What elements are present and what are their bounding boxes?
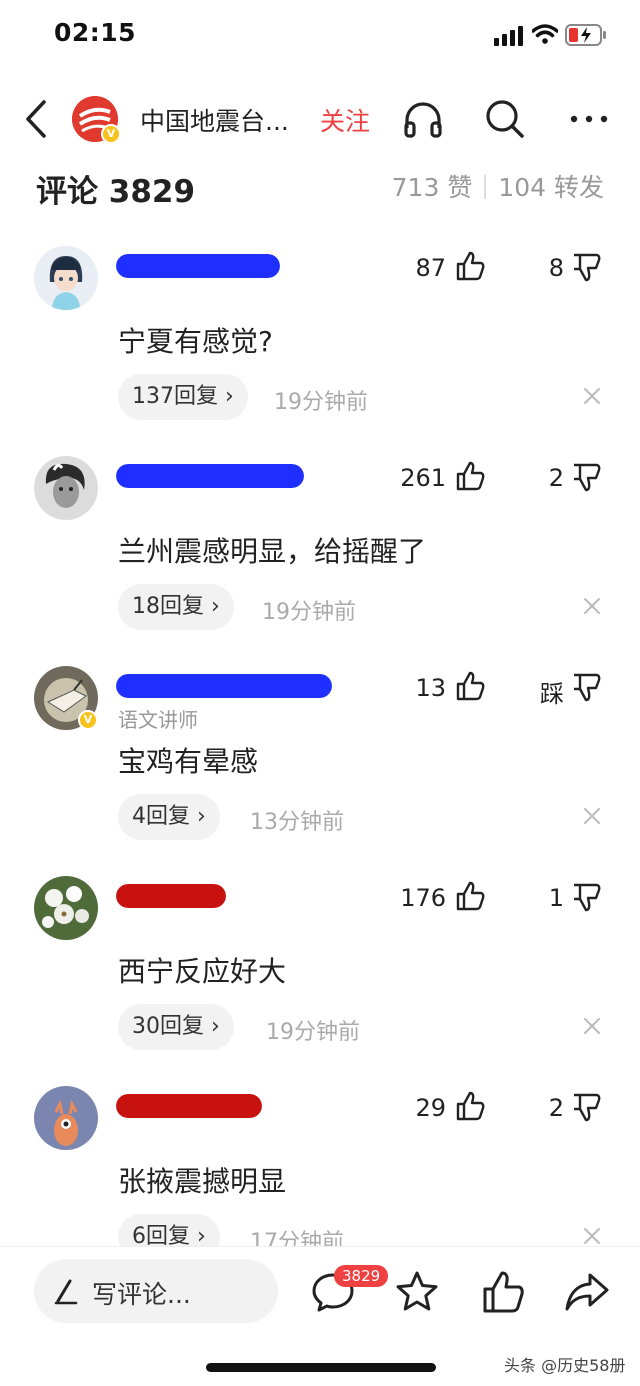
comment-time: 13分钟前 bbox=[250, 810, 344, 835]
close-icon[interactable] bbox=[582, 386, 602, 406]
close-icon[interactable] bbox=[582, 1016, 602, 1036]
thumbs-down-icon[interactable] bbox=[570, 882, 602, 914]
comment-text: 宁夏有感觉? bbox=[118, 325, 273, 358]
share-icon[interactable] bbox=[564, 1269, 610, 1315]
comment-count-badge: 3829 bbox=[334, 1265, 389, 1287]
verified-badge: V bbox=[78, 710, 98, 730]
like-count: 261 bbox=[400, 464, 446, 492]
replies-button[interactable]: 30回复 › bbox=[118, 1004, 234, 1050]
thumbs-up-icon[interactable] bbox=[480, 1269, 526, 1315]
home-indicator bbox=[206, 1363, 436, 1372]
search-icon[interactable] bbox=[484, 98, 526, 140]
thumbs-down-icon[interactable] bbox=[570, 252, 602, 284]
signal-icon bbox=[494, 26, 523, 46]
thumbs-up-icon[interactable] bbox=[454, 460, 486, 492]
status-bar: 02:15 bbox=[0, 0, 640, 70]
like-count: 13 bbox=[415, 674, 446, 702]
avatar[interactable] bbox=[34, 246, 98, 310]
comment-text: 西宁反应好大 bbox=[118, 955, 287, 988]
like-count: 176 bbox=[400, 884, 446, 912]
dislike-count: 1 bbox=[548, 884, 564, 912]
back-icon[interactable] bbox=[22, 98, 52, 140]
replies-button[interactable]: 18回复 › bbox=[118, 584, 234, 630]
comment-text: 兰州震感明显，给摇醒了 bbox=[118, 535, 427, 568]
replies-button[interactable]: 137回复 › bbox=[118, 374, 248, 420]
comments-title: 评论 3829 bbox=[36, 174, 196, 210]
thumbs-down-icon[interactable] bbox=[570, 1092, 602, 1124]
thumbs-down-icon[interactable] bbox=[570, 672, 602, 704]
comment-item: V 语文讲师 13 踩 宝鸡有晕感 4回复 › 13分钟前 bbox=[0, 666, 640, 866]
more-icon[interactable] bbox=[568, 98, 610, 140]
bottom-bar: 写评论... 3829 头条 @历史58册 bbox=[0, 1246, 640, 1386]
comment-text: 宝鸡有晕感 bbox=[118, 745, 259, 778]
wifi-icon bbox=[532, 24, 558, 44]
avatar[interactable] bbox=[34, 876, 98, 940]
watermark: 头条 @历史58册 bbox=[504, 1356, 626, 1375]
comment-time: 19分钟前 bbox=[262, 600, 356, 625]
headphones-icon[interactable] bbox=[402, 98, 444, 140]
redacted-username bbox=[116, 884, 226, 908]
comment-item: 87 8 宁夏有感觉? 137回复 › 19分钟前 bbox=[0, 246, 640, 446]
thumbs-up-icon[interactable] bbox=[454, 1090, 486, 1122]
star-icon[interactable] bbox=[394, 1269, 440, 1315]
thumbs-up-icon[interactable] bbox=[454, 670, 486, 702]
like-count: 29 bbox=[415, 1094, 446, 1122]
top-nav: V 中国地震台... 关注 bbox=[0, 86, 640, 152]
battery-icon bbox=[565, 24, 606, 46]
dislike-count: 2 bbox=[548, 1094, 564, 1122]
thumbs-up-icon[interactable] bbox=[454, 880, 486, 912]
close-icon[interactable] bbox=[582, 806, 602, 826]
comments-header: 评论 3829 713 赞 104 转发 bbox=[0, 160, 640, 210]
shares-count: 104 转发 bbox=[498, 173, 604, 202]
article-stats: 713 赞 104 转发 bbox=[392, 168, 604, 204]
write-comment-input[interactable]: 写评论... bbox=[34, 1259, 278, 1323]
divider bbox=[484, 175, 487, 199]
status-time: 02:15 bbox=[54, 18, 137, 47]
redacted-username bbox=[116, 1094, 262, 1118]
dislike-label: 踩 bbox=[540, 680, 564, 708]
dislike-count: 2 bbox=[548, 464, 564, 492]
close-icon[interactable] bbox=[582, 1226, 602, 1246]
verified-badge: V bbox=[101, 124, 121, 144]
redacted-username bbox=[116, 464, 304, 488]
comment-item: 176 1 西宁反应好大 30回复 › 19分钟前 bbox=[0, 876, 640, 1076]
likes-count: 713 赞 bbox=[391, 173, 473, 202]
follow-button[interactable]: 关注 bbox=[320, 102, 370, 138]
user-role: 语文讲师 bbox=[118, 708, 198, 732]
comment-text: 张掖震撼明显 bbox=[118, 1165, 287, 1198]
account-name[interactable]: 中国地震台... bbox=[140, 102, 289, 138]
thumbs-down-icon[interactable] bbox=[570, 462, 602, 494]
comment-item: 261 2 兰州震感明显，给摇醒了 18回复 › 19分钟前 bbox=[0, 456, 640, 656]
replies-button[interactable]: 4回复 › bbox=[118, 794, 220, 840]
redacted-username bbox=[116, 674, 332, 698]
comment-time: 19分钟前 bbox=[266, 1020, 360, 1045]
avatar[interactable] bbox=[34, 456, 98, 520]
avatar[interactable] bbox=[34, 1086, 98, 1150]
write-comment-placeholder: 写评论... bbox=[92, 1280, 191, 1309]
comment-time: 19分钟前 bbox=[274, 390, 368, 415]
thumbs-up-icon[interactable] bbox=[454, 250, 486, 282]
close-icon[interactable] bbox=[582, 596, 602, 616]
dislike-count: 8 bbox=[548, 254, 564, 282]
like-count: 87 bbox=[415, 254, 446, 282]
redacted-username bbox=[116, 254, 280, 278]
pen-icon bbox=[54, 1279, 78, 1305]
